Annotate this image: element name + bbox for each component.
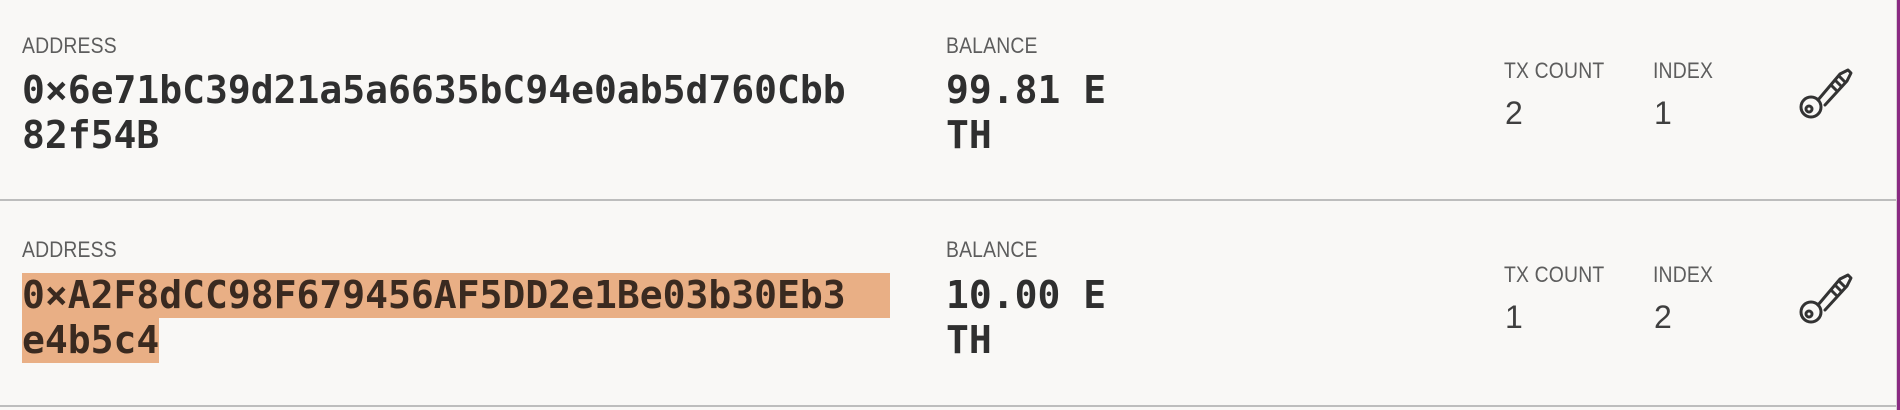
tx-count-value: 1 [1505, 299, 1523, 335]
accounts-list: ADDRESS 0×6e71bC39d21a5a6635bC94e0ab5d76… [0, 0, 1897, 410]
address-value[interactable]: 0×6e71bC39d21a5a6635bC94e0ab5d760Cbb 82f… [22, 68, 846, 158]
balance-label: BALANCE [946, 237, 1038, 262]
selection-highlight: e4b5c4 [22, 318, 160, 363]
show-keys-button[interactable] [1795, 269, 1855, 329]
tx-count-label: TX COUNT [1504, 262, 1605, 287]
index-label: INDEX [1653, 262, 1714, 287]
tx-count-label: TX COUNT [1504, 58, 1605, 83]
balance-line: TH [946, 318, 992, 362]
balance-value: 10.00 E TH [946, 273, 1106, 363]
tx-count-value: 2 [1505, 95, 1523, 131]
balance-line: 10.00 E [946, 273, 1107, 317]
address-line: 0×A2F8dCC98F679456AF5DD2e1Be03b30Eb3 [22, 273, 890, 318]
address-line: 82f54B [22, 113, 160, 157]
address-line: 0×6e71bC39d21a5a6635bC94e0ab5d760Cbb [22, 68, 846, 112]
balance-line: TH [946, 113, 992, 157]
index-label: INDEX [1653, 58, 1714, 83]
key-icon [1799, 68, 1853, 119]
balance-value: 99.81 E TH [946, 68, 1106, 158]
account-row: ADDRESS 0×A2F8dCC98F679456AF5DD2e1Be03b3… [0, 201, 1897, 407]
address-label: ADDRESS [22, 33, 117, 58]
address-label: ADDRESS [22, 237, 117, 262]
selection-highlight: 0×A2F8dCC98F679456AF5DD2e1Be03b30Eb3 [22, 273, 890, 318]
index-value: 2 [1654, 299, 1672, 335]
key-icon [1799, 273, 1853, 324]
balance-label: BALANCE [946, 33, 1038, 58]
address-line: e4b5c4 [22, 318, 890, 363]
account-row: ADDRESS 0×6e71bC39d21a5a6635bC94e0ab5d76… [0, 0, 1897, 201]
index-value: 1 [1654, 95, 1672, 131]
show-keys-button[interactable] [1795, 64, 1855, 124]
balance-line: 99.81 E [946, 68, 1107, 112]
address-value[interactable]: 0×A2F8dCC98F679456AF5DD2e1Be03b30Eb3 e4b… [22, 273, 890, 363]
